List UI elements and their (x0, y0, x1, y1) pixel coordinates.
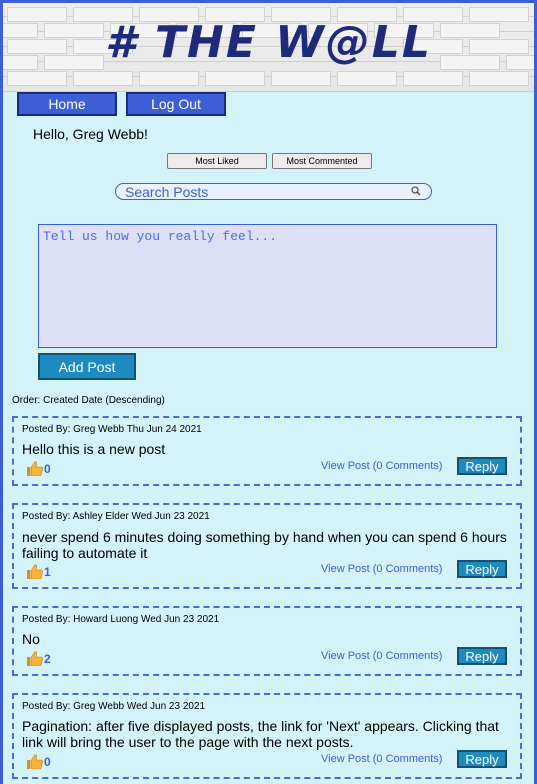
logout-button[interactable]: Log Out (126, 92, 226, 116)
post-body: Hello this is a new post (22, 441, 166, 457)
post-body: never spend 6 minutes doing something by… (22, 529, 507, 561)
reply-button[interactable]: Reply (457, 750, 507, 768)
like-button[interactable]: 1 (27, 564, 51, 579)
view-post-link[interactable]: View Post (0 Comments) (321, 563, 442, 575)
post-card: Posted By: Howard Luong Wed Jun 23 2021 … (12, 606, 522, 676)
search-bar (115, 183, 432, 200)
post-body: Pagination: after five displayed posts, … (22, 718, 499, 750)
thumbs-up-icon (27, 564, 43, 579)
post-card: Posted By: Greg Webb Thu Jun 24 2021 Hel… (12, 416, 522, 486)
thumbs-up-icon (27, 461, 43, 476)
post-meta: Posted By: Ashley Elder Wed Jun 23 2021 (22, 511, 210, 522)
search-icon[interactable] (411, 186, 421, 196)
most-liked-button[interactable]: Most Liked (167, 153, 267, 169)
search-input[interactable] (125, 183, 395, 200)
like-button[interactable]: 2 (27, 651, 51, 666)
like-button[interactable]: 0 (27, 461, 51, 476)
post-meta: Posted By: Howard Luong Wed Jun 23 2021 (22, 614, 220, 625)
post-textarea[interactable] (38, 224, 497, 348)
post-body: No (22, 631, 40, 647)
reply-button[interactable]: Reply (457, 457, 507, 475)
order-label: Order: Created Date (Descending) (12, 395, 165, 406)
post-meta: Posted By: Greg Webb Thu Jun 24 2021 (22, 424, 202, 435)
like-count: 1 (44, 565, 51, 579)
greeting-text: Hello, Greg Webb! (33, 126, 148, 142)
view-post-link[interactable]: View Post (0 Comments) (321, 650, 442, 662)
view-post-link[interactable]: View Post (0 Comments) (321, 753, 442, 765)
like-button[interactable]: 0 (27, 754, 51, 769)
home-button[interactable]: Home (17, 92, 117, 116)
wall-banner: # THE W@LL (3, 0, 534, 92)
site-logo: # THE W@LL (105, 17, 432, 68)
view-post-link[interactable]: View Post (0 Comments) (321, 460, 442, 472)
post-meta: Posted By: Greg Webb Wed Jun 23 2021 (22, 701, 206, 712)
thumbs-up-icon (27, 754, 43, 769)
like-count: 2 (44, 652, 51, 666)
thumbs-up-icon (27, 651, 43, 666)
post-card: Posted By: Greg Webb Wed Jun 23 2021 Pag… (12, 693, 522, 779)
like-count: 0 (44, 462, 51, 476)
reply-button[interactable]: Reply (457, 560, 507, 578)
post-card: Posted By: Ashley Elder Wed Jun 23 2021 … (12, 503, 522, 589)
like-count: 0 (44, 755, 51, 769)
most-commented-button[interactable]: Most Commented (272, 153, 372, 169)
reply-button[interactable]: Reply (457, 647, 507, 665)
add-post-button[interactable]: Add Post (38, 353, 136, 380)
